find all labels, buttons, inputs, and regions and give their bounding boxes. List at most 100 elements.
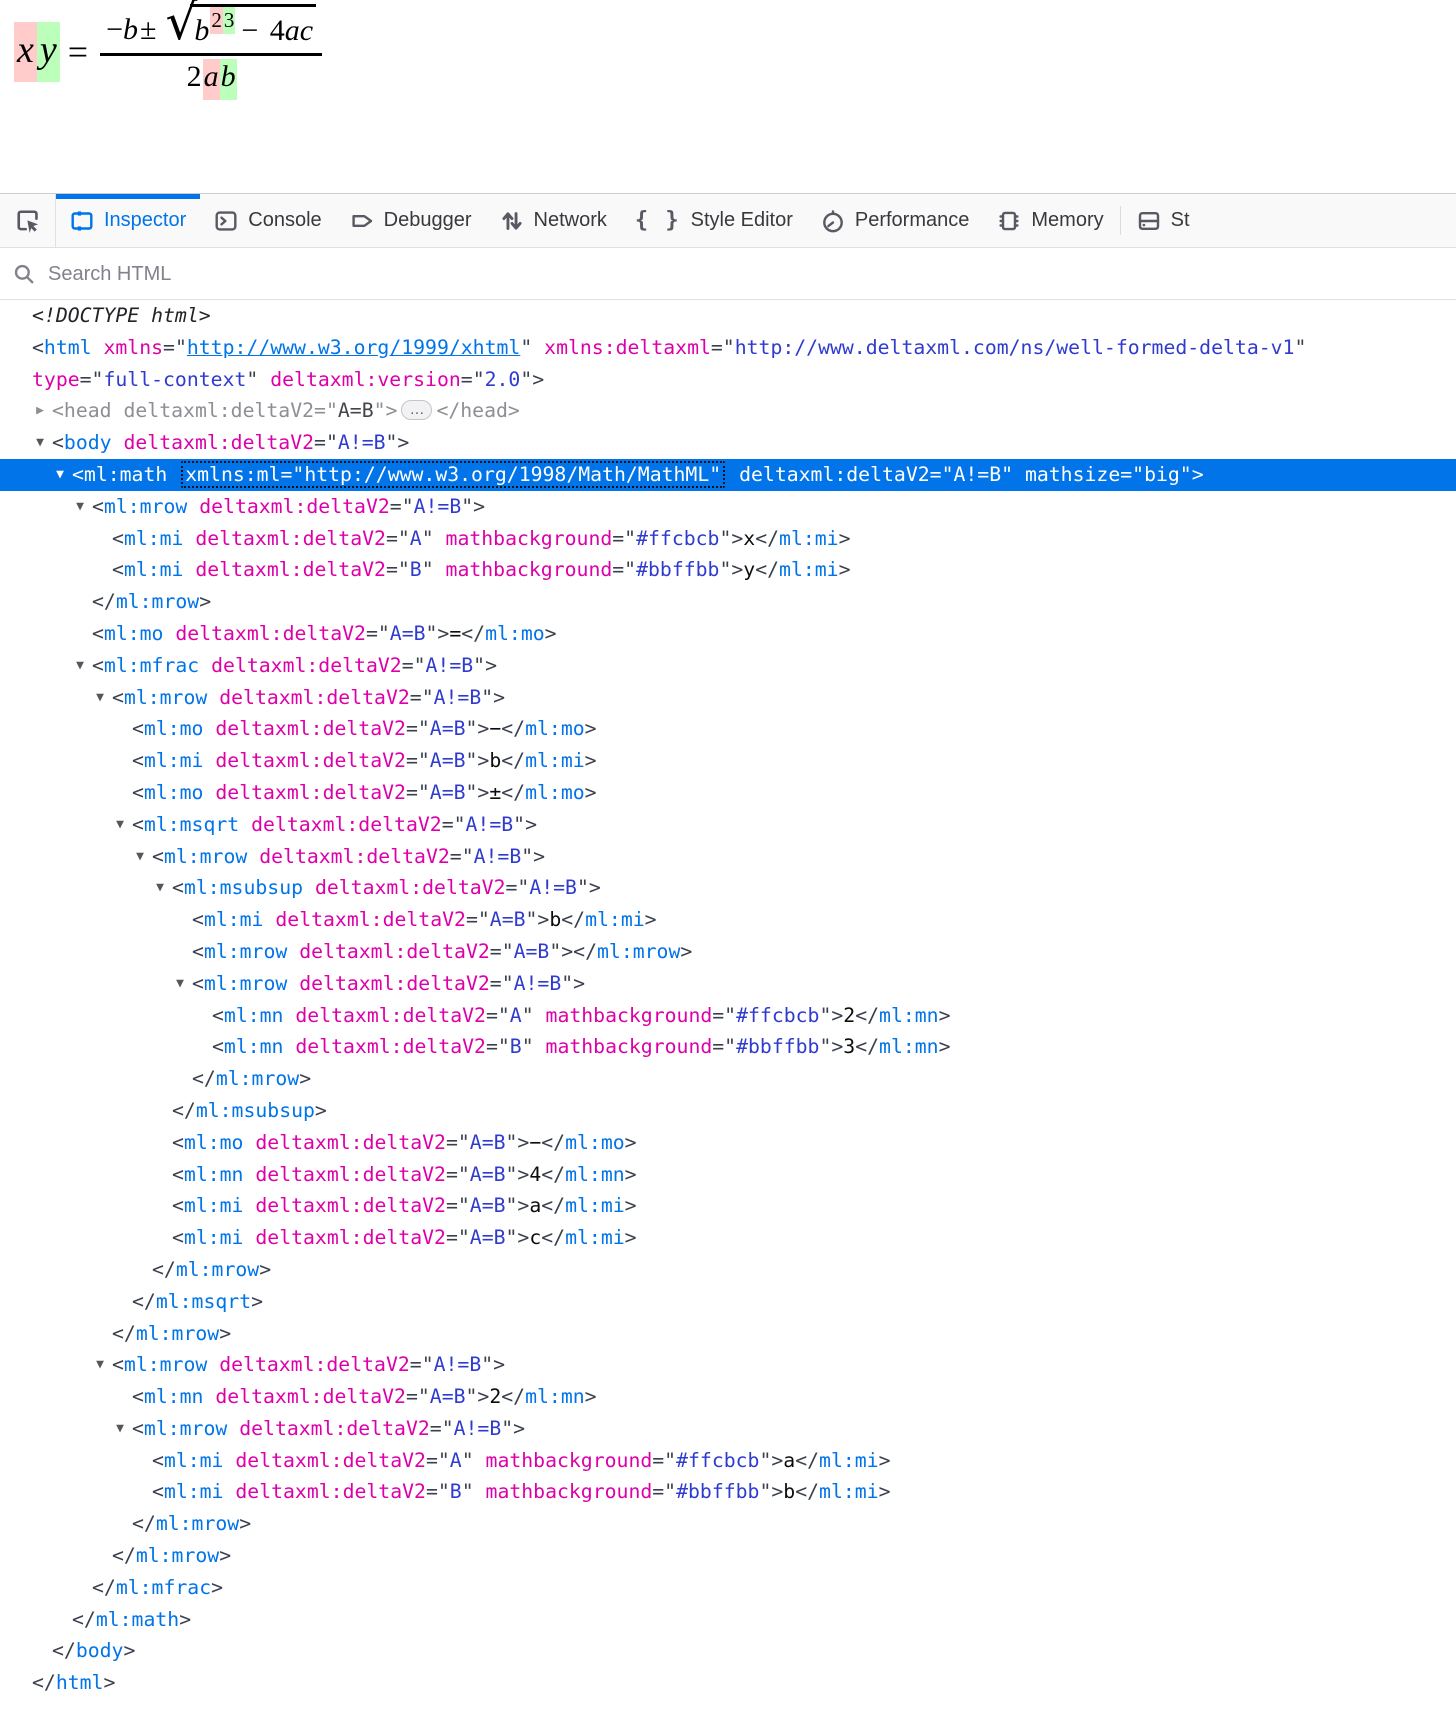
attribute-value[interactable]: #bbffbb — [636, 558, 719, 581]
tab-debugger[interactable]: Debugger — [336, 194, 486, 247]
node-text-content[interactable]: ± — [489, 781, 501, 804]
collapse-arrow-icon[interactable]: ▼ — [32, 427, 48, 459]
attribute-name[interactable]: deltaxml:deltaV2 — [259, 845, 450, 868]
markup-row[interactable]: </ml:msqrt> — [0, 1286, 1456, 1318]
markup-row[interactable]: <ml:mi deltaxml:deltaV2="B" mathbackgrou… — [0, 1476, 1456, 1508]
attribute-value[interactable]: A=B — [338, 399, 374, 422]
tag-name[interactable]: ml:mrow — [216, 1067, 299, 1090]
markup-row[interactable]: </ml:mfrac> — [0, 1572, 1456, 1604]
tag-name[interactable]: ml:mi — [164, 1449, 224, 1472]
markup-row[interactable]: </ml:mrow> — [0, 1540, 1456, 1572]
tag-name[interactable]: head — [460, 399, 508, 422]
markup-row[interactable]: <ml:mi deltaxml:deltaV2="A=B">b</ml:mi> — [0, 745, 1456, 777]
markup-row[interactable]: ▶<head deltaxml:deltaV2="A=B">…</head> — [0, 395, 1456, 427]
attribute-value[interactable]: #ffcbcb — [676, 1449, 759, 1472]
attribute-value[interactable]: A=B — [390, 622, 426, 645]
attribute-name[interactable]: deltaxml:deltaV2 — [211, 654, 402, 677]
attribute-name[interactable]: deltaxml:deltaV2 — [175, 622, 366, 645]
attribute-name[interactable]: deltaxml:deltaV2 — [235, 1449, 426, 1472]
markup-row[interactable]: <ml:mi deltaxml:deltaV2="A" mathbackgrou… — [0, 1445, 1456, 1477]
attribute-value[interactable]: B — [410, 558, 422, 581]
markup-row[interactable]: <ml:mi deltaxml:deltaV2="A=B">b</ml:mi> — [0, 904, 1456, 936]
attribute-name[interactable]: mathbackground — [446, 558, 613, 581]
collapse-arrow-icon[interactable]: ▼ — [72, 650, 88, 682]
markup-row[interactable]: </ml:mrow> — [0, 586, 1456, 618]
attribute-name[interactable]: xmlns:deltaxml — [544, 336, 711, 359]
tag-name[interactable]: ml:mrow — [124, 686, 207, 709]
markup-row[interactable]: <ml:mi deltaxml:deltaV2="B" mathbackgrou… — [0, 554, 1456, 586]
attribute-value[interactable]: A=B — [430, 717, 466, 740]
expand-arrow-icon[interactable]: ▶ — [32, 395, 48, 427]
collapse-arrow-icon[interactable]: ▼ — [172, 968, 188, 1000]
attribute-name[interactable]: deltaxml:deltaV2 — [215, 1385, 406, 1408]
attribute-value[interactable]: #bbffbb — [736, 1035, 819, 1058]
attribute-value[interactable]: A!=B — [474, 845, 522, 868]
attribute-value[interactable]: 2.0 — [485, 368, 521, 391]
tag-name[interactable]: ml:mo — [144, 781, 204, 804]
tag-name[interactable]: ml:mo — [525, 781, 585, 804]
tag-name[interactable]: ml:mo — [104, 622, 164, 645]
node-text-content[interactable]: c — [529, 1226, 541, 1249]
tag-name[interactable]: ml:mrow — [124, 1353, 207, 1376]
collapse-arrow-icon[interactable]: ▼ — [92, 1349, 108, 1381]
markup-row[interactable]: </body> — [0, 1635, 1456, 1667]
attribute-name[interactable]: deltaxml:deltaV2 — [215, 781, 406, 804]
markup-row[interactable]: <ml:mi deltaxml:deltaV2="A=B">a</ml:mi> — [0, 1190, 1456, 1222]
attribute-name[interactable]: deltaxml:deltaV2 — [295, 1004, 486, 1027]
attribute-value[interactable]: http://www.deltaxml.com/ns/well-formed-d… — [735, 336, 1295, 359]
attribute-name[interactable]: mathsize — [1025, 463, 1120, 486]
tab-network[interactable]: Network — [486, 194, 621, 247]
markup-row[interactable]: <ml:mi deltaxml:deltaV2="A" mathbackgrou… — [0, 523, 1456, 555]
tab-console[interactable]: Console — [200, 194, 335, 247]
markup-row[interactable]: ▼<ml:mrow deltaxml:deltaV2="A!=B"> — [0, 1413, 1456, 1445]
markup-row[interactable]: </ml:mrow> — [0, 1508, 1456, 1540]
markup-row[interactable]: </html> — [0, 1667, 1456, 1699]
tag-name[interactable]: ml:mn — [565, 1163, 625, 1186]
markup-row[interactable]: type="full-context" deltaxml:version="2.… — [0, 364, 1456, 396]
attribute-name[interactable]: deltaxml:deltaV2 — [315, 876, 506, 899]
tag-name[interactable]: ml:mi — [124, 558, 184, 581]
tag-name[interactable]: body — [76, 1639, 124, 1662]
collapse-arrow-icon[interactable]: ▼ — [112, 809, 128, 841]
markup-row[interactable]: </ml:mrow> — [0, 1318, 1456, 1350]
markup-row[interactable]: <ml:mi deltaxml:deltaV2="A=B">c</ml:mi> — [0, 1222, 1456, 1254]
markup-row[interactable]: <ml:mn deltaxml:deltaV2="B" mathbackgrou… — [0, 1031, 1456, 1063]
tag-name[interactable]: ml:mi — [184, 1226, 244, 1249]
tag-name[interactable]: ml:mi — [565, 1226, 625, 1249]
collapse-arrow-icon[interactable]: ▼ — [52, 459, 68, 491]
attribute-name[interactable]: deltaxml:version — [270, 368, 461, 391]
tag-name[interactable]: ml:mn — [525, 1385, 585, 1408]
attribute-value[interactable]: A!=B — [466, 813, 514, 836]
node-text-content[interactable]: − — [489, 717, 501, 740]
markup-row[interactable]: ▼<ml:mrow deltaxml:deltaV2="A!=B"> — [0, 1349, 1456, 1381]
markup-row[interactable]: </ml:math> — [0, 1604, 1456, 1636]
collapse-arrow-icon[interactable]: ▼ — [72, 491, 88, 523]
markup-row[interactable]: <ml:mo deltaxml:deltaV2="A=B">=</ml:mo> — [0, 618, 1456, 650]
node-text-content[interactable]: − — [529, 1131, 541, 1154]
markup-row[interactable]: <ml:mrow deltaxml:deltaV2="A=B"></ml:mro… — [0, 936, 1456, 968]
tag-name[interactable]: ml:mn — [224, 1004, 284, 1027]
attribute-name[interactable]: type — [32, 368, 80, 391]
attribute-value[interactable]: A!=B — [414, 495, 462, 518]
tag-name[interactable]: head — [64, 399, 112, 422]
show-all-nodes-badge[interactable]: … — [401, 400, 432, 420]
markup-row[interactable]: ▼<ml:mrow deltaxml:deltaV2="A!=B"> — [0, 968, 1456, 1000]
attribute-name[interactable]: deltaxml:deltaV2 — [239, 1417, 430, 1440]
markup-row[interactable]: <ml:mn deltaxml:deltaV2="A" mathbackgrou… — [0, 1000, 1456, 1032]
node-text-content[interactable]: = — [449, 622, 461, 645]
attribute-name[interactable]: deltaxml:deltaV2 — [251, 813, 442, 836]
attribute-name[interactable]: mathbackground — [546, 1004, 713, 1027]
attribute-name[interactable]: mathbackground — [446, 527, 613, 550]
attribute-value[interactable]: A=B — [470, 1163, 506, 1186]
tag-name[interactable]: html — [44, 336, 92, 359]
tag-name[interactable]: ml:mo — [485, 622, 545, 645]
attribute-name[interactable]: deltaxml:deltaV2 — [235, 1480, 426, 1503]
attribute-value[interactable]: #bbffbb — [676, 1480, 759, 1503]
tag-name[interactable]: ml:mn — [184, 1163, 244, 1186]
attribute-value[interactable]: A!=B — [338, 431, 386, 454]
collapse-arrow-icon[interactable]: ▼ — [92, 682, 108, 714]
attribute-value[interactable]: A — [410, 527, 422, 550]
attribute-name[interactable]: deltaxml:deltaV2 — [215, 749, 406, 772]
node-text-content[interactable]: 2 — [489, 1385, 501, 1408]
tag-name[interactable]: ml:mi — [565, 1194, 625, 1217]
